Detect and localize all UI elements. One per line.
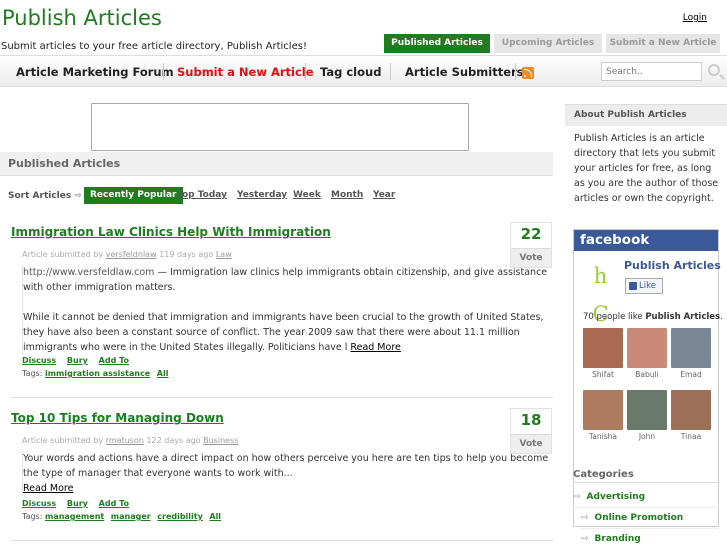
avatar	[627, 328, 667, 368]
nav-separator	[390, 63, 391, 80]
categories-title: Categories	[573, 469, 634, 480]
category-link[interactable]: Business	[203, 436, 238, 445]
section-title: Published Articles	[8, 157, 121, 170]
author-link[interactable]: versfeldnlaw	[106, 250, 157, 259]
divider	[573, 507, 719, 508]
sort-label: Sort Articles ⇨	[8, 191, 82, 201]
vote-count: 22	[520, 225, 542, 243]
tag-link[interactable]: management	[45, 512, 104, 521]
avatar	[627, 390, 667, 430]
sort-top-today[interactable]: Top Today	[177, 187, 227, 204]
article-tags: Tags: management manager credibility All	[22, 512, 222, 521]
tag-link[interactable]: immigration assistance	[45, 369, 150, 378]
read-more-link[interactable]: Read More	[23, 483, 73, 494]
nav-submit-new-article[interactable]: Submit a New Article	[177, 65, 314, 79]
article-tags: Tags: immigration assistance All	[22, 369, 169, 378]
facebook-like-button[interactable]: Like	[625, 278, 663, 294]
vote-button[interactable]: Vote	[511, 434, 551, 453]
arrow-right-icon: ⇨	[573, 492, 581, 502]
fan-avatar[interactable]: Shifat	[583, 328, 623, 379]
article-meta: Article submitted by versfeldnlaw 119 da…	[22, 250, 232, 259]
facebook-logo[interactable]: facebook	[574, 230, 718, 251]
nav-separator	[305, 63, 306, 80]
like-count: 70 people like Publish Articles.	[583, 312, 723, 322]
about-title: About Publish Articles	[574, 110, 687, 120]
avatar	[583, 328, 623, 368]
search-input[interactable]	[601, 62, 702, 81]
article-item: Immigration Law Clinics Help With Immigr…	[11, 225, 553, 385]
sort-week[interactable]: Week	[293, 187, 321, 204]
article-actions: Discuss Bury Add To	[22, 356, 137, 365]
page-logo[interactable]: h C	[583, 257, 618, 326]
sort-recently-popular[interactable]: Recently Popular	[84, 187, 183, 204]
arrow-right-icon: ⇨	[74, 191, 82, 201]
avatar	[583, 390, 623, 430]
tag-link[interactable]: manager	[111, 512, 151, 521]
read-more-link[interactable]: Read More	[350, 342, 400, 353]
vote-box: 18 Vote	[510, 408, 552, 454]
article-actions: Discuss Bury Add To	[22, 499, 137, 508]
arrow-right-icon: ⇨	[581, 513, 589, 523]
divider	[573, 482, 719, 483]
category-branding[interactable]: ⇨ Branding	[581, 534, 641, 544]
article-divider	[11, 540, 553, 541]
vote-count: 18	[520, 411, 542, 429]
search-icon[interactable]	[708, 64, 720, 76]
main-navbar: Article Marketing Forum Submit a New Art…	[0, 55, 727, 87]
nav-article-marketing-forum[interactable]: Article Marketing Forum	[16, 65, 174, 79]
category-advertising[interactable]: ⇨ Advertising	[573, 492, 645, 502]
fan-avatar[interactable]: Tanisha	[583, 390, 623, 441]
article-meta: Article submitted by rmatuson 122 days a…	[22, 436, 239, 445]
sort-year[interactable]: Year	[373, 187, 395, 204]
add-to-link[interactable]: Add To	[99, 356, 129, 365]
section-header: Published Articles	[0, 152, 553, 176]
divider	[581, 528, 719, 529]
sort-month[interactable]: Month	[331, 187, 363, 204]
site-tagline: Submit articles to your free article dir…	[1, 41, 307, 52]
author-link[interactable]: rmatuson	[106, 436, 144, 445]
rss-icon[interactable]	[522, 67, 534, 79]
discuss-link[interactable]: Discuss	[22, 499, 56, 508]
login-link[interactable]: Login	[683, 13, 707, 23]
bury-link[interactable]: Bury	[67, 356, 88, 365]
fan-avatar[interactable]: Tinaa	[671, 390, 711, 441]
fan-avatar[interactable]: Emad	[671, 328, 711, 379]
tag-link[interactable]: All	[157, 369, 169, 378]
vote-box: 22 Vote	[510, 222, 552, 268]
bury-link[interactable]: Bury	[67, 499, 88, 508]
tag-link[interactable]: credibility	[157, 512, 203, 521]
add-to-link[interactable]: Add To	[99, 499, 129, 508]
about-text: Publish Articles is an article directory…	[574, 133, 719, 204]
category-online-promotion[interactable]: ⇨ Online Promotion	[581, 513, 683, 523]
nav-separator	[163, 63, 164, 80]
tab-upcoming-articles[interactable]: Upcoming Articles	[494, 34, 602, 53]
tab-submit-new-article[interactable]: Submit a New Article	[606, 34, 720, 53]
tab-published-articles[interactable]: Published Articles	[384, 34, 490, 53]
site-title[interactable]: Publish Articles	[2, 6, 162, 30]
article-title[interactable]: Immigration Law Clinics Help With Immigr…	[11, 225, 331, 239]
nav-article-submitters[interactable]: Article Submitters	[405, 65, 524, 79]
avatar	[671, 390, 711, 430]
tag-link[interactable]: All	[209, 512, 221, 521]
vote-button[interactable]: Vote	[511, 248, 551, 267]
sort-yesterday[interactable]: Yesterday	[237, 187, 287, 204]
nav-separator	[515, 63, 516, 80]
article-item: Top 10 Tips for Managing Down Article su…	[11, 411, 553, 536]
fan-avatar[interactable]: John	[627, 390, 667, 441]
about-header: About Publish Articles	[565, 104, 727, 126]
article-body: http://www.versfeldlaw.com — Immigration…	[22, 265, 552, 355]
discuss-link[interactable]: Discuss	[22, 356, 56, 365]
article-body: Your words and actions have a direct imp…	[22, 451, 552, 496]
ad-banner	[91, 103, 469, 151]
fan-avatar[interactable]: Babuli	[627, 328, 667, 379]
article-divider	[11, 397, 553, 398]
arrow-right-icon: ⇨	[581, 534, 589, 544]
avatar	[671, 328, 711, 368]
facebook-page-name[interactable]: Publish Articles	[624, 259, 721, 272]
source-url: http://www.versfeldlaw.com	[23, 267, 155, 278]
nav-tag-cloud[interactable]: Tag cloud	[320, 65, 381, 79]
article-title[interactable]: Top 10 Tips for Managing Down	[11, 411, 224, 425]
category-link[interactable]: Law	[216, 250, 232, 259]
thumbs-up-icon	[629, 282, 637, 290]
